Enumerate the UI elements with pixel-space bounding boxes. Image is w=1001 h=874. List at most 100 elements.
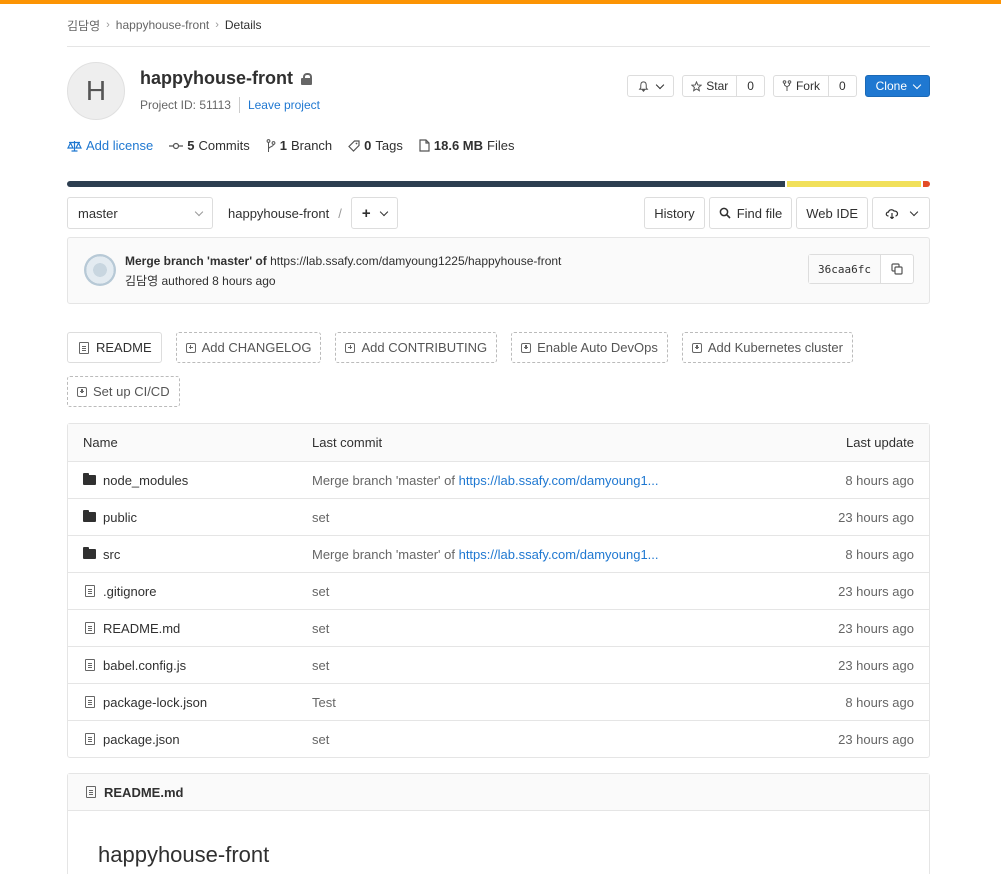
table-row[interactable]: babel.config.js set 23 hours ago — [68, 646, 929, 683]
plus-square-icon — [185, 342, 196, 353]
file-icon — [419, 139, 430, 152]
notification-dropdown[interactable] — [627, 75, 675, 97]
plus-icon: + — [361, 204, 371, 222]
quick-link-button[interactable]: Enable Auto DevOps — [511, 332, 668, 363]
divider — [238, 97, 240, 113]
readme-header: README.md — [68, 774, 929, 811]
breadcrumb-namespace[interactable]: 김담영 — [67, 17, 100, 34]
clone-button[interactable]: Clone — [864, 75, 930, 97]
table-row[interactable]: package-lock.json Test 8 hours ago — [68, 683, 929, 720]
chevron-right-icon: › — [215, 19, 219, 31]
file-name-link[interactable]: public — [103, 510, 137, 525]
download-dropdown[interactable] — [872, 197, 930, 229]
commits-link[interactable]: 5 Commits — [169, 138, 250, 153]
project-title-row: happyhouse-front — [140, 68, 312, 89]
quick-link-button[interactable]: Set up CI/CD — [67, 376, 180, 407]
cloud-download-icon — [885, 208, 899, 219]
branch-label: Branch — [290, 138, 333, 153]
leave-project-link[interactable]: Leave project — [248, 98, 320, 112]
commit-url: https://lab.ssafy.com/damyoung1225/happy… — [270, 254, 562, 268]
file-name-cell: .gitignore — [68, 584, 312, 599]
tree-actions: History Find file Web IDE — [644, 197, 930, 229]
table-row[interactable]: package.json set 23 hours ago — [68, 720, 929, 757]
file-name-link[interactable]: node_modules — [103, 473, 188, 488]
add-to-tree-dropdown[interactable]: + — [350, 197, 398, 229]
breadcrumb-current[interactable]: Details — [225, 18, 262, 32]
quick-link-label: Add Kubernetes cluster — [707, 340, 843, 355]
commit-message-link[interactable]: set — [312, 732, 329, 747]
quick-link-button[interactable]: Add CHANGELOG — [175, 332, 322, 363]
star-button[interactable]: Star — [683, 76, 738, 96]
readme-panel: README.md happyhouse-front — [67, 773, 930, 874]
add-license-label: Add license — [86, 138, 154, 153]
repo-path-root[interactable]: happyhouse-front — [228, 206, 329, 221]
add-license-link[interactable]: Add license — [67, 138, 153, 153]
commit-message-link[interactable]: Merge branch 'master' of — [312, 473, 459, 488]
branches-link[interactable]: 1 Branch — [266, 138, 332, 153]
file-name-cell: src — [68, 547, 312, 562]
folder-icon — [83, 510, 96, 522]
history-button[interactable]: History — [644, 197, 705, 229]
chevron-right-icon: › — [106, 19, 110, 31]
readme-filename[interactable]: README.md — [104, 785, 183, 800]
table-row[interactable]: src Merge branch 'master' of https://lab.… — [68, 535, 929, 572]
tags-label: Tags — [375, 138, 403, 153]
commit-message-link[interactable]: set — [312, 584, 329, 599]
chevron-down-icon — [912, 80, 922, 89]
quick-link-button[interactable]: README — [67, 332, 162, 363]
commit-message-link[interactable]: set — [312, 621, 329, 636]
commit-message-link[interactable]: set — [312, 658, 329, 673]
file-name-link[interactable]: package-lock.json — [103, 695, 207, 710]
file-name-link[interactable]: src — [103, 547, 120, 562]
file-icon — [85, 585, 95, 597]
repo-path: happyhouse-front / + — [228, 197, 398, 229]
commit-message[interactable]: Merge branch 'master' of https://lab.ssa… — [125, 254, 561, 268]
files-link[interactable]: 18.6 MB Files — [419, 138, 515, 153]
fork-button[interactable]: Fork — [774, 76, 829, 96]
plus-square-icon — [77, 386, 87, 397]
file-name-cell: package-lock.json — [68, 695, 312, 710]
column-last-commit: Last commit — [312, 435, 383, 450]
last-commit-cell: set — [312, 584, 762, 599]
project-id: Project ID: 51113 — [140, 98, 231, 112]
find-file-button[interactable]: Find file — [708, 197, 793, 229]
commit-url-link[interactable]: https://lab.ssafy.com/damyoung1... — [459, 547, 659, 562]
chevron-down-icon — [194, 207, 204, 216]
star-count[interactable]: 0 — [737, 76, 764, 96]
table-row[interactable]: .gitignore set 23 hours ago — [68, 572, 929, 609]
quick-link-button[interactable]: Add Kubernetes cluster — [681, 332, 853, 363]
readme-heading: happyhouse-front — [98, 842, 901, 874]
file-name-cell: babel.config.js — [68, 658, 312, 673]
author-avatar[interactable] — [84, 254, 116, 286]
table-row[interactable]: node_modules Merge branch 'master' of htt… — [68, 461, 929, 498]
fork-count[interactable]: 0 — [829, 76, 856, 96]
chevron-down-icon — [909, 207, 919, 216]
commit-sha[interactable]: 36caa6fc — [809, 255, 881, 283]
breadcrumb-project[interactable]: happyhouse-front — [116, 18, 209, 32]
breadcrumb: 김담영 › happyhouse-front › Details — [67, 4, 930, 47]
commit-author[interactable]: 김담영 — [125, 274, 158, 288]
quick-link-button[interactable]: Add CONTRIBUTING — [335, 332, 498, 363]
project-meta: Project ID: 51113 Leave project — [140, 97, 320, 113]
file-name-link[interactable]: .gitignore — [103, 584, 156, 599]
tags-link[interactable]: 0 Tags — [348, 138, 403, 153]
copy-sha-button[interactable] — [881, 255, 913, 283]
last-update-cell: 23 hours ago — [838, 731, 914, 747]
web-ide-button[interactable]: Web IDE — [796, 197, 868, 229]
commit-message-link[interactable]: set — [312, 510, 329, 525]
file-name-link[interactable]: README.md — [103, 621, 180, 636]
commit-message-link[interactable]: Merge branch 'master' of — [312, 547, 459, 562]
table-row[interactable]: public set 23 hours ago — [68, 498, 929, 535]
commit-message-link[interactable]: Test — [312, 695, 336, 710]
quick-link-label: Add CHANGELOG — [201, 340, 312, 355]
file-name-cell: README.md — [68, 621, 312, 636]
last-commit-cell: set — [312, 510, 762, 525]
commit-title: Merge branch 'master' of — [125, 254, 267, 268]
commit-authored-time: authored 8 hours ago — [161, 274, 276, 288]
file-name-link[interactable]: package.json — [103, 732, 180, 747]
table-row[interactable]: README.md set 23 hours ago — [68, 609, 929, 646]
branch-selector[interactable]: master — [67, 197, 213, 229]
files-label: Files — [487, 138, 515, 153]
file-name-link[interactable]: babel.config.js — [103, 658, 186, 673]
commit-url-link[interactable]: https://lab.ssafy.com/damyoung1... — [459, 473, 659, 488]
